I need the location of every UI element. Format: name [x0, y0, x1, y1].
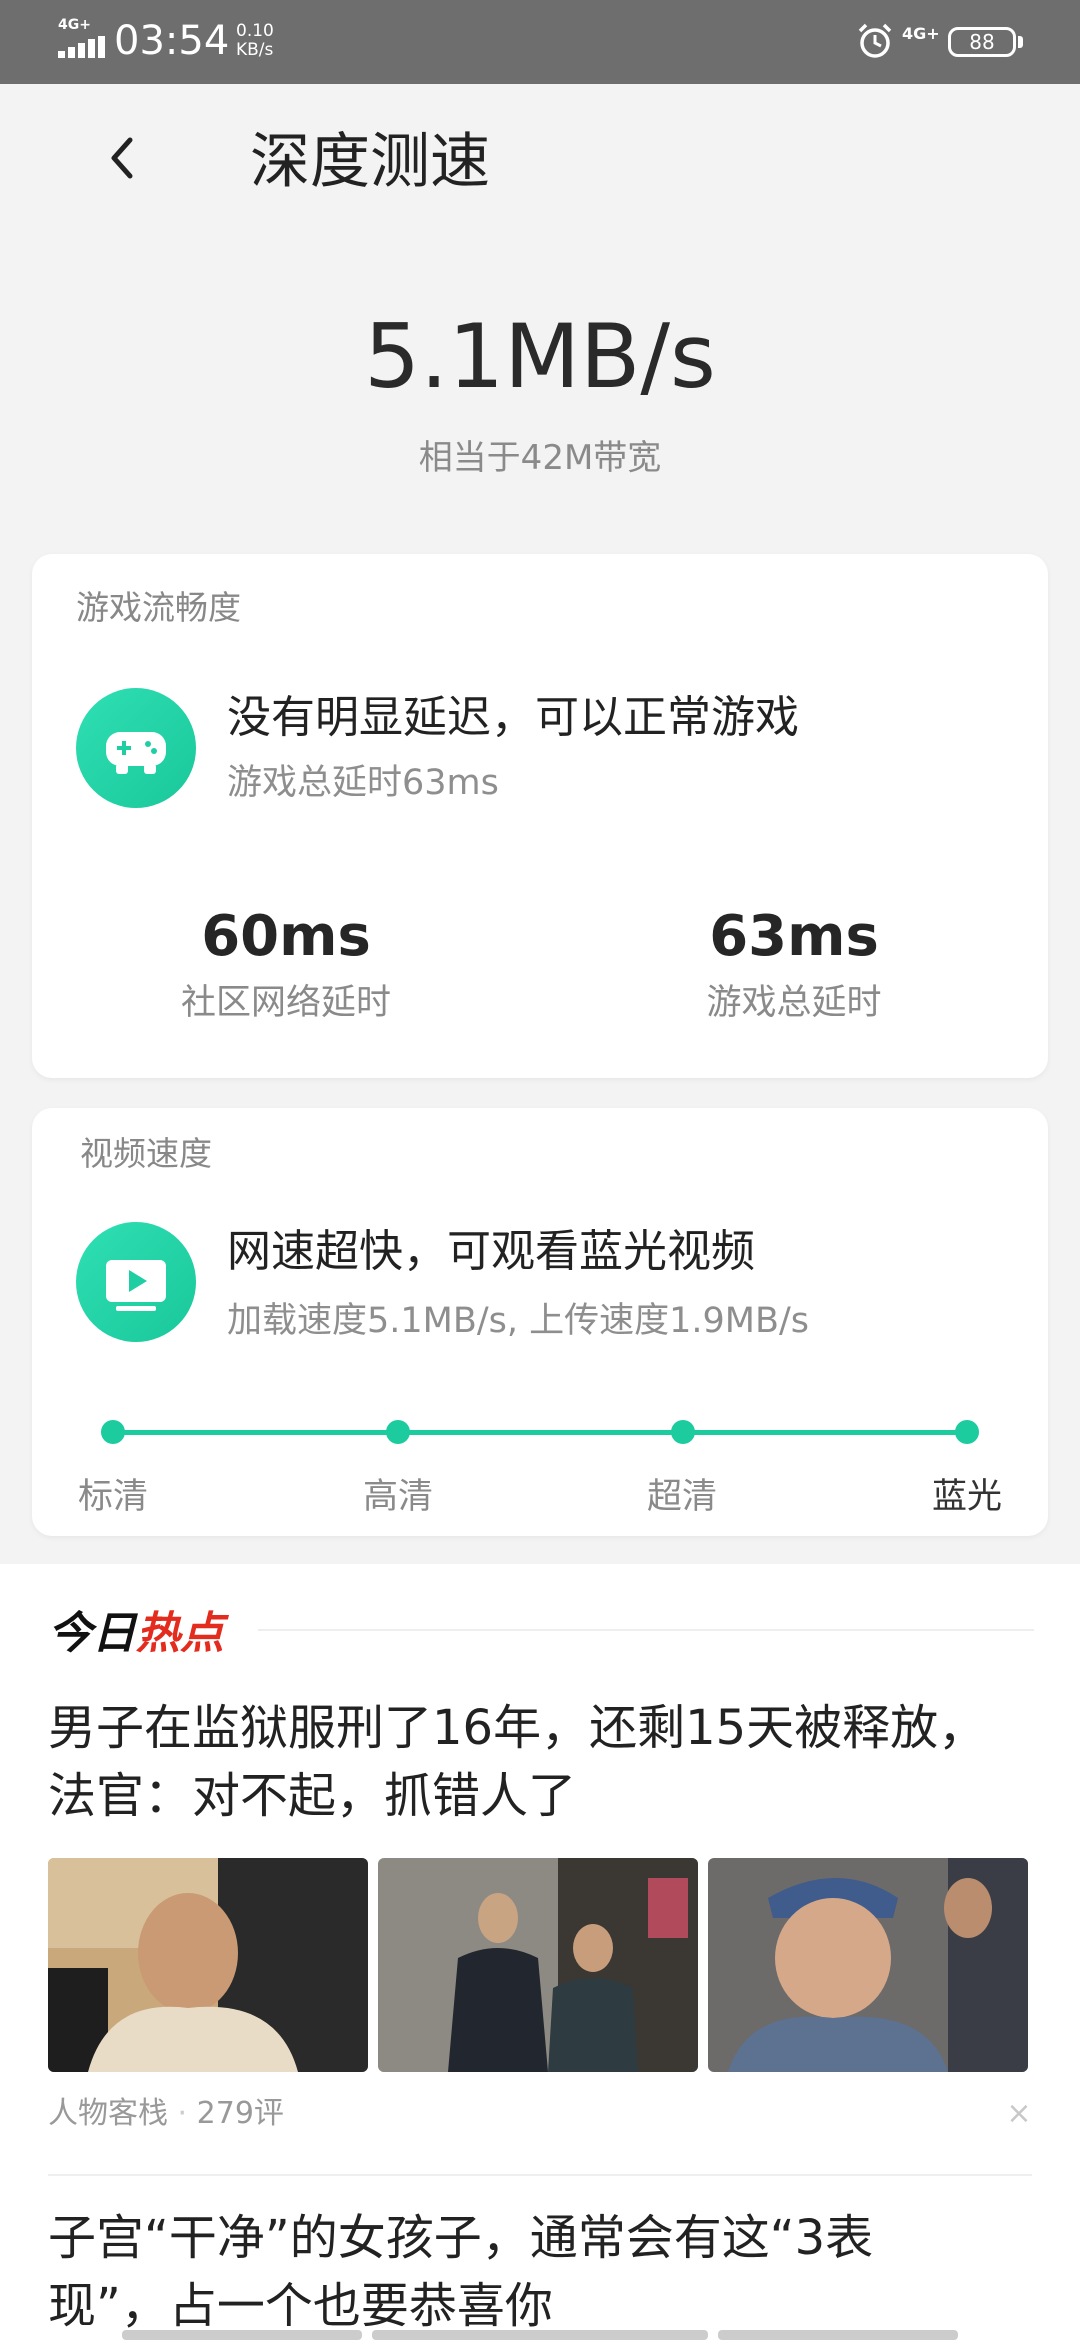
news-comments: 279评	[196, 2096, 284, 2131]
headline-line-2: 法官：对不起，抓错人了	[48, 1768, 577, 1824]
video-verdict: 网速超快，可观看蓝光视频	[227, 1226, 755, 1277]
video-speed-detail: 加载速度5.1MB/s, 上传速度1.9MB/s	[227, 1301, 810, 1341]
play-glyph	[106, 1260, 166, 1311]
bandwidth-equivalent: 相当于42M带宽	[418, 438, 662, 478]
quality-dot-bluray	[955, 1420, 979, 1444]
quality-dot-fhd	[671, 1420, 695, 1444]
network-type-2: 4G+	[902, 24, 940, 43]
quality-label-sd: 标清	[77, 1477, 148, 1517]
net-speed-value: 0.10	[236, 21, 274, 41]
battery-tip	[1018, 36, 1023, 48]
quality-dot-hd	[386, 1420, 410, 1444]
quality-label-bluray: 蓝光	[931, 1477, 1002, 1517]
net-speed: 0.10 KB/s	[236, 22, 274, 60]
next-image-preview	[122, 2330, 362, 2340]
play-icon	[76, 1222, 196, 1342]
next-image-preview	[718, 2330, 958, 2340]
game-smoothness-card: 游戏流畅度 没有明显延迟，可以正常游戏 游戏总延时63ms 60ms 社区网络延…	[32, 554, 1048, 1078]
back-arrow-icon[interactable]	[96, 130, 152, 186]
quality-dot-sd	[101, 1420, 125, 1444]
headline-line-1: 男子在监狱服刑了16年，还剩15天被释放，	[48, 1700, 987, 1756]
game-latency-value: 63ms	[709, 904, 879, 969]
next-image-preview	[372, 2330, 708, 2340]
game-total-latency: 游戏总延时63ms	[227, 763, 499, 803]
battery-icon: 88	[948, 27, 1016, 57]
section-divider	[258, 1629, 1034, 1631]
section-title: 今日热点	[48, 1604, 224, 1664]
game-latency-label: 游戏总延时	[706, 983, 882, 1023]
community-latency-label: 社区网络延时	[180, 983, 391, 1023]
card-title: 游戏流畅度	[76, 588, 241, 627]
gamepad-icon	[76, 688, 196, 808]
news-headline-2[interactable]: 子宫“干净”的女孩子，通常会有这“3表 现”，占一个也要恭喜你	[48, 2204, 1038, 2340]
community-latency-value: 60ms	[201, 904, 371, 969]
photo-man-cap-icon	[708, 1858, 1028, 2072]
gamepad-glyph	[106, 732, 166, 774]
photo-two-men-icon	[378, 1858, 698, 2072]
network-type: 4G+	[58, 17, 91, 33]
net-speed-unit: KB/s	[236, 40, 274, 60]
photo-portrait-icon	[48, 1858, 368, 2072]
quality-track	[112, 1430, 968, 1435]
news-divider	[48, 2174, 1032, 2176]
section-title-today: 今日	[48, 1608, 136, 1659]
news-image-2[interactable]	[378, 1858, 698, 2072]
clock: 03:54	[114, 18, 230, 64]
quality-label-hd: 高清	[362, 1477, 433, 1517]
news-headline-1[interactable]: 男子在监狱服刑了16年，还剩15天被释放， 法官：对不起，抓错人了	[48, 1694, 1038, 1830]
game-verdict: 没有明显延迟，可以正常游戏	[227, 692, 799, 743]
headline-line-1: 子宫“干净”的女孩子，通常会有这“3表	[48, 2210, 874, 2266]
alarm-icon	[858, 23, 892, 58]
card-title: 视频速度	[80, 1134, 212, 1173]
quality-label-fhd: 超清	[646, 1477, 717, 1517]
news-source: 人物客栈	[48, 2096, 168, 2131]
news-meta-1: 人物客栈 · 279评	[48, 2092, 284, 2136]
status-bar: 4G+ 03:54 0.10 KB/s 4G+ 88	[0, 0, 1080, 84]
dismiss-news-button[interactable]: ×	[1004, 2094, 1034, 2134]
speed-result: 5.1MB/s	[364, 305, 716, 408]
meta-separator: ·	[177, 2096, 188, 2131]
news-image-1[interactable]	[48, 1858, 368, 2072]
news-image-3[interactable]	[708, 1858, 1028, 2072]
section-title-hot: 热点	[136, 1608, 224, 1659]
page-title: 深度测速	[250, 127, 490, 197]
signal-icon	[58, 36, 105, 58]
